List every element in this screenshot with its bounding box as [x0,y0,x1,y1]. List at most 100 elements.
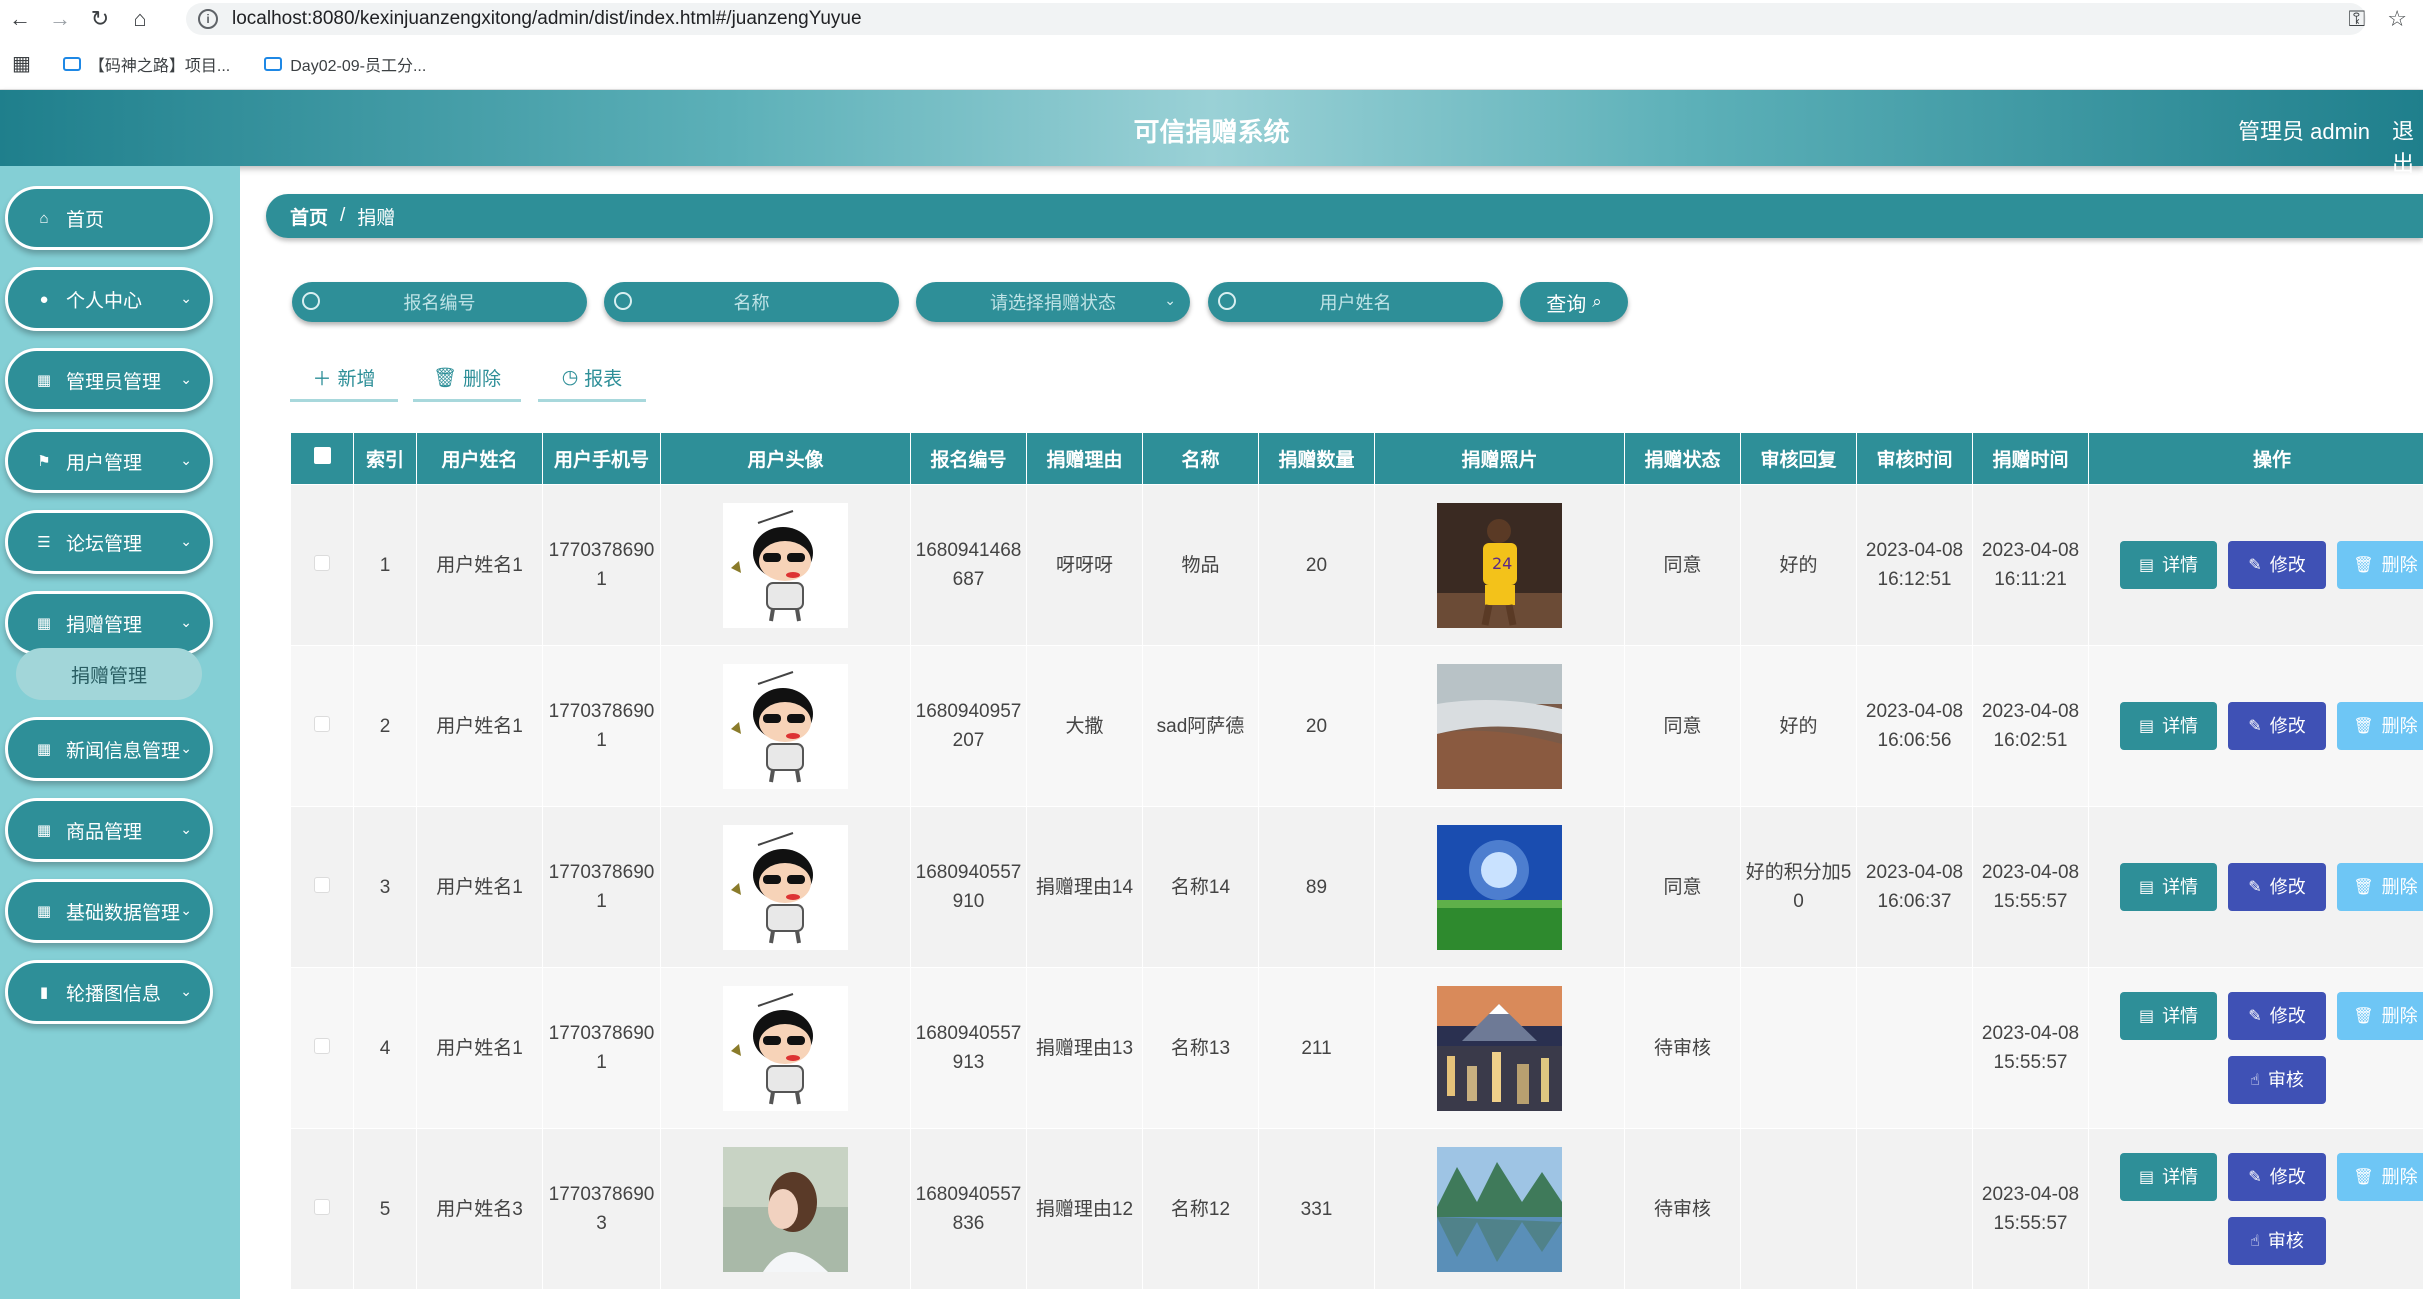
operations-cell: ▤ 详情 ✎ 修改 🗑 删除 ☝ 审核 [2088,967,2423,1129]
phone-cell: 17703786901 [542,967,661,1129]
bookmark-star-icon[interactable]: ☆ [2387,6,2407,32]
forward-icon[interactable]: → [40,0,80,38]
sidebar-item-home[interactable]: ⌂ 首页 [5,186,213,250]
sidebar-item-goods-manage[interactable]: ▦ 商品管理 ⌄ [5,798,213,862]
edit-label: 修改 [2269,876,2306,897]
row-select-cell[interactable] [290,645,354,807]
bookmark-item[interactable]: 【码神之路】项目... [62,52,230,76]
status-select[interactable]: 请选择捐赠状态 ⌄ [916,282,1190,322]
add-button[interactable]: ＋ 新增 [290,356,398,402]
batch-delete-button[interactable]: 🗑 删除 [413,356,521,402]
app-header: 可信捐赠系统 管理员 admin 退出 [0,90,2423,176]
donate-time-cell: 2023-04-08 16:02:51 [1972,645,2089,807]
chevron-down-icon: ⌄ [180,821,192,837]
select-all-header[interactable] [290,432,354,485]
chevron-down-icon: ⌄ [1164,292,1176,308]
delete-button[interactable]: 🗑 删除 [2337,1153,2423,1201]
password-key-icon[interactable]: ⚿ [2349,6,2366,32]
delete-button[interactable]: 🗑 删除 [2337,541,2423,589]
pencil-icon: ✎ [2248,1007,2262,1025]
row-select-cell[interactable] [290,967,354,1129]
sidebar-item-basic-data-manage[interactable]: ▦ 基础数据管理 ⌄ [5,879,213,943]
row-select-cell[interactable] [290,1128,354,1290]
column-header: 用户头像 [660,432,911,485]
audit-button[interactable]: ☝ 审核 [2228,1217,2326,1265]
table-row: 5 用户姓名3 17703786903 1680940557836 捐赠理由12 名称12… [290,1128,2423,1290]
avatar-cell [660,806,911,968]
current-user: 管理员 admin [2238,119,2371,144]
edit-button[interactable]: ✎ 修改 [2228,1153,2326,1201]
plus-icon: ＋ [312,369,332,390]
baoming-code-input[interactable]: 报名编号 [292,282,587,322]
bilibili-icon [264,56,283,71]
detail-button[interactable]: ▤ 详情 [2120,863,2217,911]
edit-button[interactable]: ✎ 修改 [2228,992,2326,1040]
trash-icon: 🗑 [2353,878,2374,896]
sidebar-item-forum-manage[interactable]: ☰ 论坛管理 ⌄ [5,510,213,574]
address-bar[interactable]: i localhost:8080/kexinjuanzengxitong/adm… [186,3,2366,35]
column-header: 捐赠照片 [1374,432,1625,485]
document-icon: ▤ [2138,1168,2155,1186]
column-header: 捐赠理由 [1026,432,1143,485]
photo-cell [1374,967,1625,1129]
row-checkbox[interactable] [314,1198,330,1215]
trash-icon: 🗑 [432,367,458,389]
logout-link[interactable]: 退出 [2392,114,2423,178]
select-all-checkbox[interactable] [313,447,331,464]
submenu-item-donation[interactable]: 捐赠管理 [16,648,202,700]
row-checkbox[interactable] [314,554,330,571]
row-select-cell[interactable] [290,484,354,646]
detail-button[interactable]: ▤ 详情 [2120,1153,2217,1201]
detail-button[interactable]: ▤ 详情 [2120,541,2217,589]
qty-cell: 211 [1258,967,1375,1129]
reason-cell: 捐赠理由13 [1026,967,1143,1129]
column-header: 报名编号 [910,432,1027,485]
column-header: 索引 [353,432,417,485]
index-cell: 2 [353,645,417,807]
search-icon [614,292,632,310]
delete-button[interactable]: 🗑 删除 [2337,992,2423,1040]
edit-button[interactable]: ✎ 修改 [2228,702,2326,750]
sidebar-item-donation-manage[interactable]: ▦ 捐赠管理 ⌄ [5,591,213,655]
sidebar-item-personal-center[interactable]: ● 个人中心 ⌄ [5,267,213,331]
breadcrumb: 首页 / 捐赠 [266,194,2423,238]
sidebar-item-user-manage[interactable]: ⚑ 用户管理 ⌄ [5,429,213,493]
detail-button[interactable]: ▤ 详情 [2120,702,2217,750]
chevron-down-icon: ⌄ [180,902,192,918]
detail-button[interactable]: ▤ 详情 [2120,992,2217,1040]
sidebar-item-label: 论坛管理 [66,533,143,555]
reason-cell: 大撒 [1026,645,1143,807]
edit-button[interactable]: ✎ 修改 [2228,863,2326,911]
row-checkbox[interactable] [314,715,330,732]
sidebar-item-news-manage[interactable]: ▦ 新闻信息管理 ⌄ [5,717,213,781]
name-input[interactable]: 名称 [604,282,899,322]
back-icon[interactable]: ← [0,0,40,38]
chevron-down-icon: ⌄ [180,740,192,756]
delete-button[interactable]: 🗑 删除 [2337,702,2423,750]
report-button[interactable]: ◷ 报表 [538,356,646,402]
bookmark-item[interactable]: Day02-09-员工分... [264,52,426,76]
query-button[interactable]: 查询 ⌕ [1520,282,1628,322]
row-checkbox[interactable] [314,876,330,893]
edit-button[interactable]: ✎ 修改 [2228,541,2326,589]
apps-grid-icon[interactable]: ▦ [12,51,31,76]
delete-button[interactable]: 🗑 删除 [2337,863,2423,911]
row-select-cell[interactable] [290,806,354,968]
sidebar-item-admin-manage[interactable]: ▦ 管理员管理 ⌄ [5,348,213,412]
audit-button[interactable]: ☝ 审核 [2228,1056,2326,1104]
delete-label: 删除 [2381,715,2418,736]
chevron-down-icon: ⌄ [180,983,192,999]
home-page-icon[interactable]: ⌂ [120,0,160,38]
site-info-icon[interactable]: i [198,9,218,29]
table-row: 3 用户姓名1 17703786901 1680940557910 捐赠理由14 名称14… [290,806,2423,968]
reload-icon[interactable]: ↻ [80,0,120,38]
breadcrumb-home[interactable]: 首页 [290,203,328,230]
row-checkbox[interactable] [314,1037,330,1054]
audit-time-cell [1856,967,1973,1129]
sidebar-item-carousel-info[interactable]: ▮ 轮播图信息 ⌄ [5,960,213,1024]
username-input[interactable]: 用户姓名 [1208,282,1503,322]
grid-icon: ▦ [36,615,52,632]
input-placeholder: 报名编号 [403,293,476,313]
donate-time-cell: 2023-04-08 15:55:57 [1972,806,2089,968]
username-cell: 用户姓名1 [416,645,543,807]
